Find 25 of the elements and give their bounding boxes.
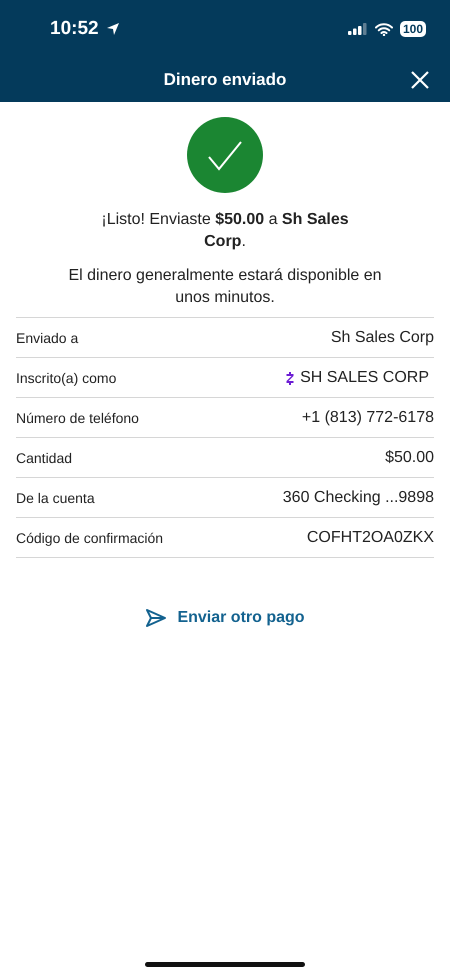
send-icon [145,608,168,628]
detail-value: 360 Checking ...9898 [282,488,434,506]
detail-value: SH SALES CORP [300,368,429,386]
confirmation-message: ¡Listo! Enviaste $50.00 a Sh Sales Corp. [100,210,350,252]
battery-level: 100 [400,21,426,37]
detail-label: De la cuenta [16,490,96,506]
detail-label: Cantidad [16,450,74,466]
detail-label: Código de confirmación [16,530,164,546]
screen-title: Dinero enviado [164,70,286,90]
detail-label: Enviado a [16,330,80,346]
signal-icon [348,23,368,35]
success-check-icon [187,117,263,193]
detail-label: Inscrito(a) como [16,370,118,386]
detail-label: Número de teléfono [16,410,140,426]
status-time: 10:52 [50,18,99,40]
availability-note: El dinero generalmente estará disponible en unos minutos. [67,266,383,308]
detail-value: COFHT2OA0ZKX [306,528,434,546]
close-icon[interactable] [410,70,430,90]
detail-value: Sh Sales Corp [330,328,434,346]
detail-value: $50.00 [385,448,434,466]
send-another-payment-link[interactable]: Enviar otro pago [141,604,309,632]
location-arrow-icon [106,22,120,36]
detail-value: +1 (813) 772-6178 [302,408,434,426]
wifi-icon [374,22,393,36]
zelle-logo-icon [285,370,296,384]
